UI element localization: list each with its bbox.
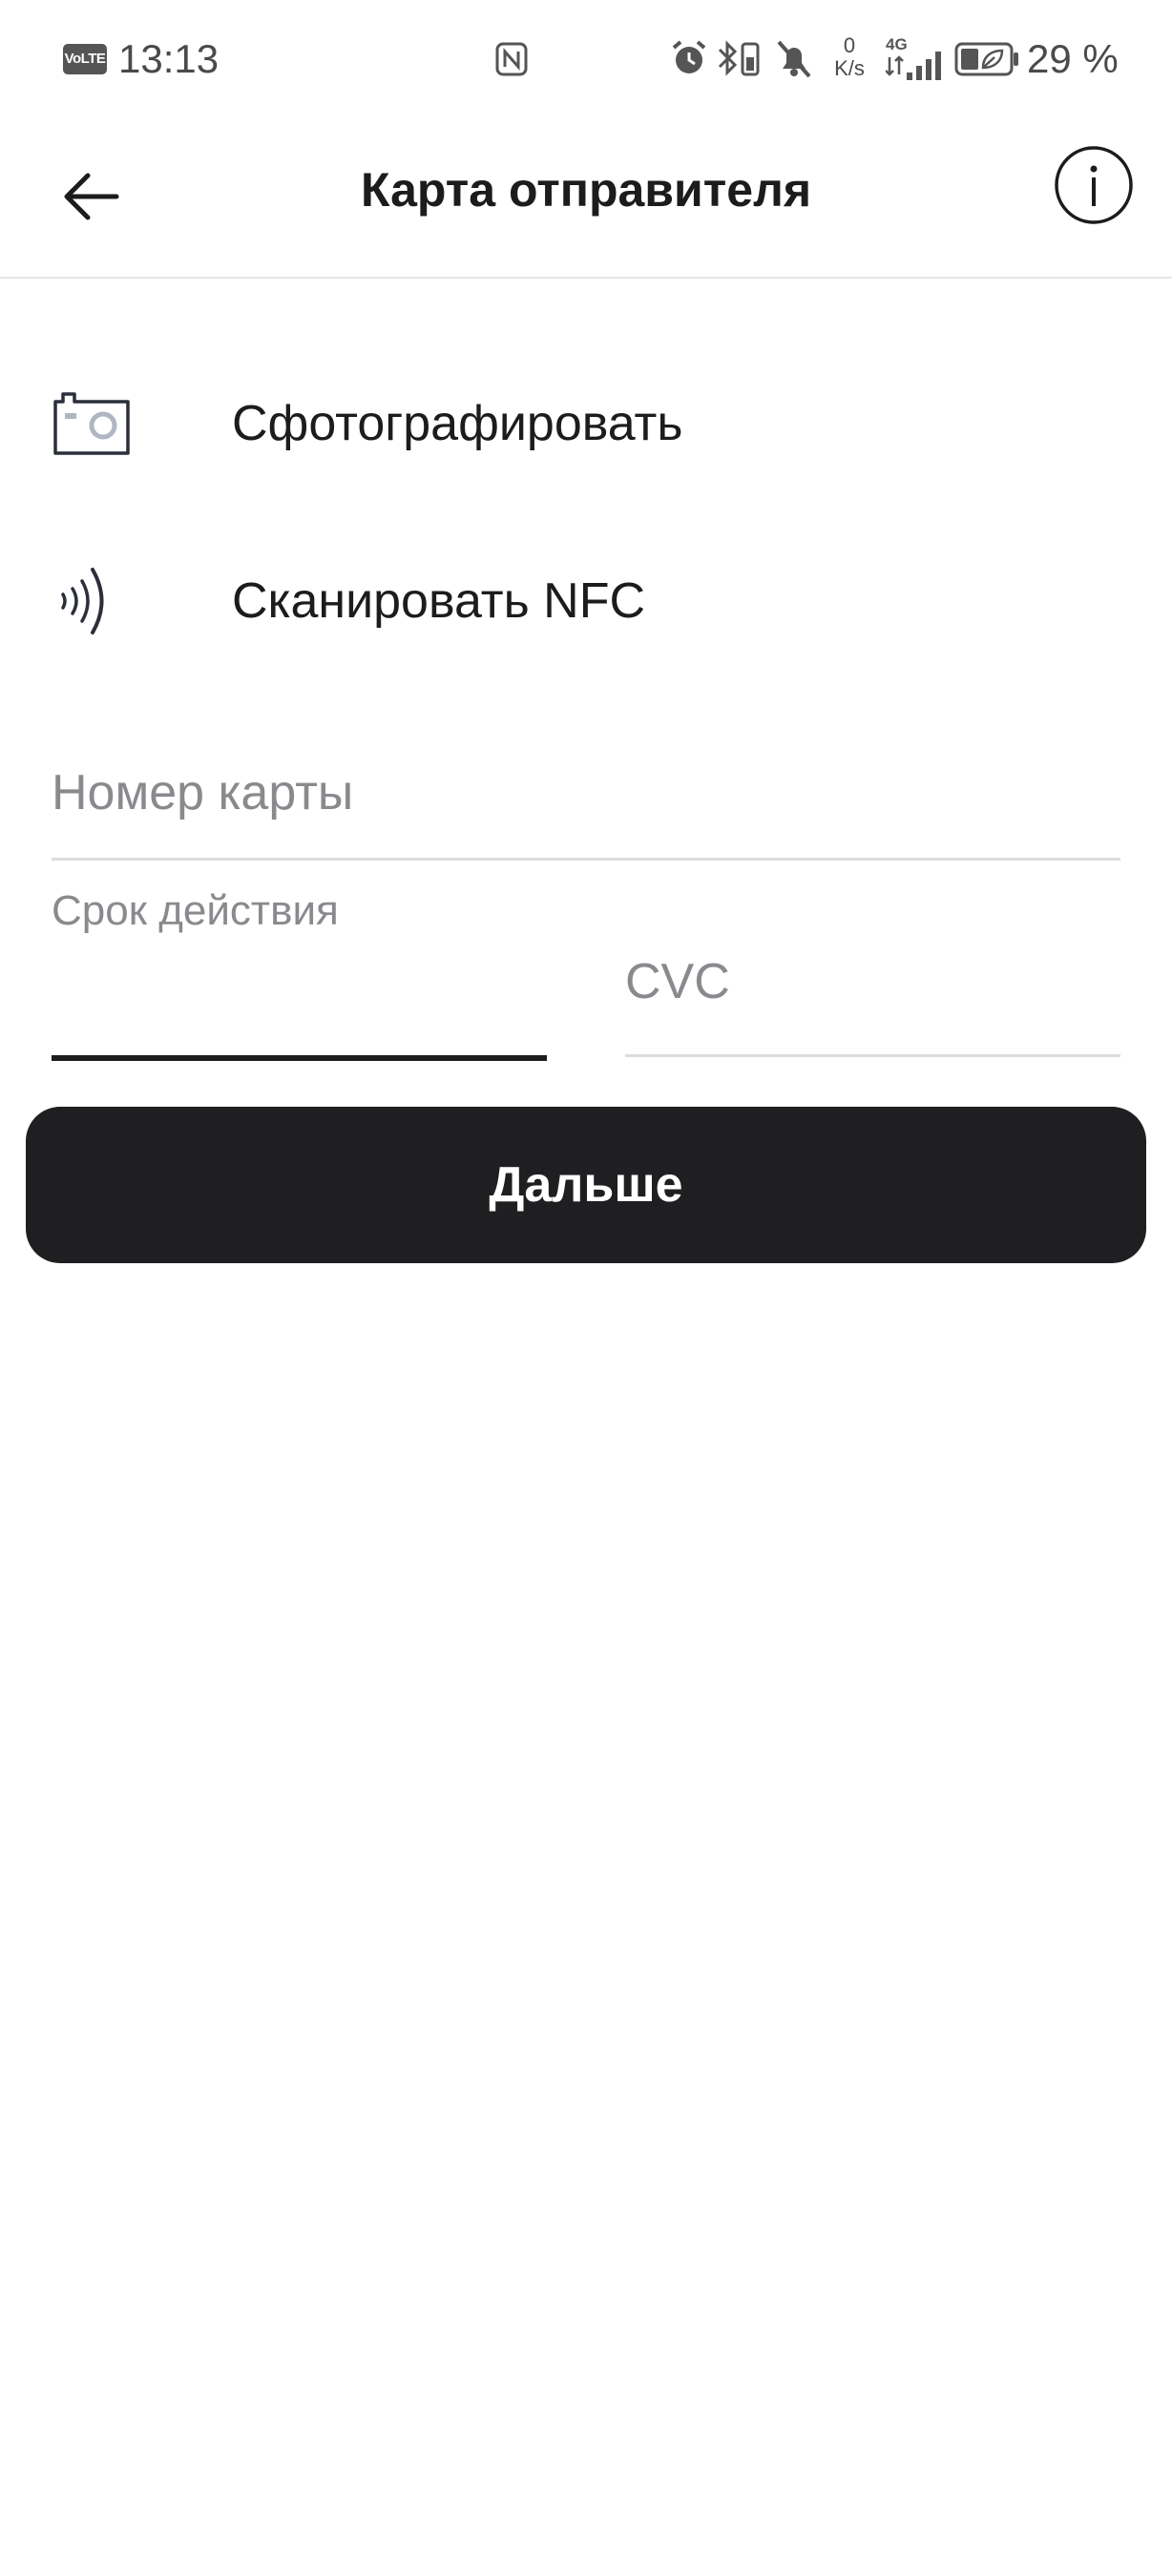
- mute-bell-icon: [777, 40, 811, 78]
- info-button[interactable]: [1054, 145, 1134, 225]
- scan-nfc-label: Сканировать NFC: [232, 573, 646, 629]
- signal-icon: [886, 52, 941, 80]
- alarm-icon: [672, 40, 706, 73]
- volte-badge: VoLTE: [63, 44, 107, 74]
- battery-percent: 29 %: [1027, 36, 1119, 81]
- card-number-underline: [52, 858, 1120, 861]
- nfc-status-icon: [495, 42, 528, 76]
- nfc-icon: [61, 568, 104, 634]
- network-speed: 0 K/s: [834, 33, 865, 80]
- battery-icon: [954, 42, 1018, 76]
- status-time: 13:13: [118, 36, 220, 81]
- bluetooth-icon: [718, 40, 760, 76]
- expiry-input[interactable]: [52, 946, 547, 1038]
- take-photo-row[interactable]: Сфотографировать: [0, 352, 1172, 495]
- cvc-input[interactable]: [625, 945, 1120, 1019]
- card-number-field[interactable]: [52, 750, 1120, 861]
- scan-nfc-row[interactable]: Сканировать NFC: [0, 530, 1172, 673]
- expiry-label: Срок действия: [52, 887, 339, 934]
- expiry-underline: [52, 1055, 547, 1061]
- app-header: Карта отправителя: [0, 118, 1172, 279]
- cvc-field[interactable]: [625, 945, 1120, 1057]
- card-number-input[interactable]: [52, 750, 1120, 836]
- expiry-field[interactable]: [52, 946, 547, 1061]
- arrow-left-icon: [64, 173, 119, 220]
- next-button[interactable]: Дальше: [26, 1107, 1146, 1263]
- info-icon: [1055, 146, 1133, 224]
- take-photo-label: Сфотографировать: [232, 396, 683, 451]
- back-button[interactable]: [50, 155, 134, 239]
- cvc-underline: [625, 1054, 1120, 1057]
- camera-icon: [53, 392, 130, 455]
- page-title: Карта отправителя: [360, 163, 812, 217]
- status-bar: VoLTE 13:13 0 K/s 4G 29 %: [0, 0, 1172, 118]
